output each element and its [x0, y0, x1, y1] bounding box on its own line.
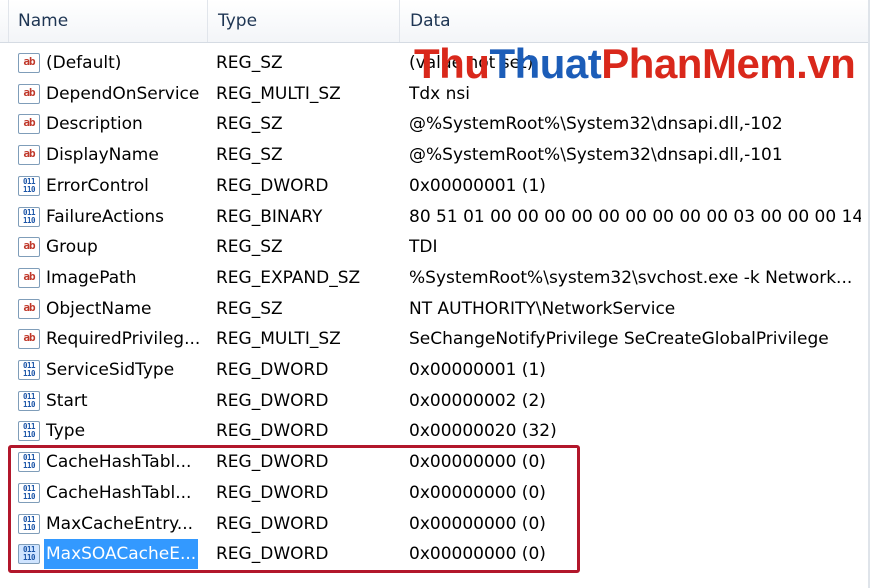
binary-value-icon: 011 110 — [18, 390, 40, 411]
value-name-label: (Default) — [46, 53, 122, 73]
list-row[interactable]: ab Description REG_SZ @%SystemRoot%\System3… — [0, 109, 868, 140]
watermark-part-1: Thu — [414, 40, 490, 87]
watermark-part-2: Thuat — [489, 40, 602, 87]
value-type-cell: REG_SZ — [216, 298, 283, 319]
value-data-cell: TDI — [409, 237, 438, 258]
list-row[interactable]: 011 110 Type REG_DWORD 0x00000020 (32) — [0, 416, 868, 447]
value-name-cell[interactable]: ab (Default) — [18, 48, 204, 78]
value-name-cell[interactable]: ab ImagePath — [18, 263, 204, 293]
value-name-label: ObjectName — [46, 298, 152, 319]
value-data-cell: 0x00000001 (1) — [409, 360, 546, 380]
value-data-cell: @%SystemRoot%\System32\dnsapi.dll,-102 — [409, 114, 783, 135]
list-row[interactable]: ab Group REG_SZ TDI — [0, 232, 868, 263]
value-name-cell[interactable]: ab DisplayName — [18, 140, 204, 170]
string-value-icon: ab — [18, 329, 40, 350]
value-name-label: DependOnService — [46, 83, 200, 104]
list-row[interactable]: 011 110 Start REG_DWORD 0x00000002 (2) — [0, 386, 868, 417]
value-data-cell: 0x00000020 (32) — [409, 421, 557, 442]
list-row[interactable]: 011 110 ErrorControl REG_DWORD 0x00000001 (… — [0, 171, 868, 202]
value-data-cell: @%SystemRoot%\System32\dnsapi.dll,-101 — [409, 145, 783, 166]
string-value-icon: ab — [18, 114, 40, 135]
value-data-cell: 80 51 01 00 00 00 00 00 00 00 00 00 03 0… — [409, 206, 861, 227]
list-row[interactable]: ab ImagePath REG_EXPAND_SZ %SystemRoot%\sys… — [0, 263, 868, 294]
value-data-cell: NT AUTHORITY\NetworkService — [409, 298, 676, 319]
column-header-name[interactable]: Name — [8, 0, 208, 42]
list-row[interactable]: ab ObjectName REG_SZ NT AUTHORITY\NetworkSe… — [0, 294, 868, 325]
value-name-label: Type — [46, 421, 86, 442]
value-type-cell: REG_BINARY — [216, 206, 323, 227]
column-header-type[interactable]: Type — [208, 0, 400, 42]
value-name-cell[interactable]: ab DependOnService — [18, 79, 204, 109]
value-name-cell[interactable]: 011 110 FailureActions — [18, 202, 204, 232]
value-data-cell: 0x00000001 (1) — [409, 175, 546, 196]
value-name-label: ImagePath — [46, 267, 137, 288]
list-row[interactable]: 011 110 ServiceSidType REG_DWORD 0x00000001… — [0, 355, 868, 386]
value-type-cell: REG_EXPAND_SZ — [216, 267, 361, 288]
value-type-cell: REG_SZ — [216, 237, 283, 258]
binary-value-icon: 011 110 — [18, 421, 40, 442]
value-type-cell: REG_DWORD — [216, 390, 329, 411]
value-type-cell: REG_DWORD — [216, 421, 329, 442]
value-name-label: ErrorControl — [46, 175, 149, 196]
highlight-annotation-box — [8, 445, 580, 573]
value-type-cell: REG_MULTI_SZ — [216, 83, 341, 104]
value-name-cell[interactable]: ab Group — [18, 232, 204, 262]
list-row[interactable]: 011 110 FailureActions REG_BINARY 80 51 01 … — [0, 202, 868, 233]
value-name-cell[interactable]: ab RequiredPrivileg... — [18, 324, 204, 354]
value-name-cell[interactable]: 011 110 ServiceSidType — [18, 355, 204, 385]
value-data-cell: SeChangeNotifyPrivilege SeCreateGlobalPr… — [409, 329, 829, 350]
binary-value-icon: 011 110 — [18, 206, 40, 227]
value-type-cell: REG_DWORD — [216, 175, 329, 196]
value-name-cell[interactable]: 011 110 Start — [18, 386, 204, 416]
watermark: ThuThuatPhanMem.vn — [414, 36, 856, 92]
string-value-icon: ab — [18, 83, 40, 104]
value-type-cell: REG_MULTI_SZ — [216, 329, 341, 350]
string-value-icon: ab — [18, 53, 40, 73]
list-row[interactable]: ab DisplayName REG_SZ @%SystemRoot%\System3… — [0, 140, 868, 171]
string-value-icon: ab — [18, 267, 40, 288]
string-value-icon: ab — [18, 237, 40, 258]
value-name-label: FailureActions — [46, 206, 165, 227]
value-name-label: RequiredPrivileg... — [46, 329, 201, 350]
value-name-label: Description — [46, 114, 143, 135]
value-name-label: Start — [46, 390, 88, 411]
value-type-cell: REG_SZ — [216, 53, 283, 73]
value-name-cell[interactable]: ab Description — [18, 109, 204, 139]
binary-value-icon: 011 110 — [18, 175, 40, 196]
value-type-cell: REG_SZ — [216, 145, 283, 166]
watermark-part-3: PhanMem.vn — [601, 40, 856, 87]
string-value-icon: ab — [18, 298, 40, 319]
value-type-cell: REG_DWORD — [216, 360, 329, 380]
value-data-cell: 0x00000002 (2) — [409, 390, 546, 411]
value-name-label: ServiceSidType — [46, 360, 175, 380]
value-data-cell: %SystemRoot%\system32\svchost.exe -k Net… — [409, 267, 853, 288]
string-value-icon: ab — [18, 145, 40, 166]
value-name-cell[interactable]: ab ObjectName — [18, 294, 204, 324]
value-name-label: DisplayName — [46, 145, 159, 166]
value-name-cell[interactable]: 011 110 Type — [18, 416, 204, 446]
value-name-label: Group — [46, 237, 98, 258]
value-name-cell[interactable]: 011 110 ErrorControl — [18, 171, 204, 201]
binary-value-icon: 011 110 — [18, 360, 40, 380]
list-row[interactable]: ab RequiredPrivileg... REG_MULTI_SZ SeChang… — [0, 324, 868, 355]
registry-values-list: Name Type Data ab (Default) REG_SZ (value n… — [0, 0, 868, 588]
value-type-cell: REG_SZ — [216, 114, 283, 135]
